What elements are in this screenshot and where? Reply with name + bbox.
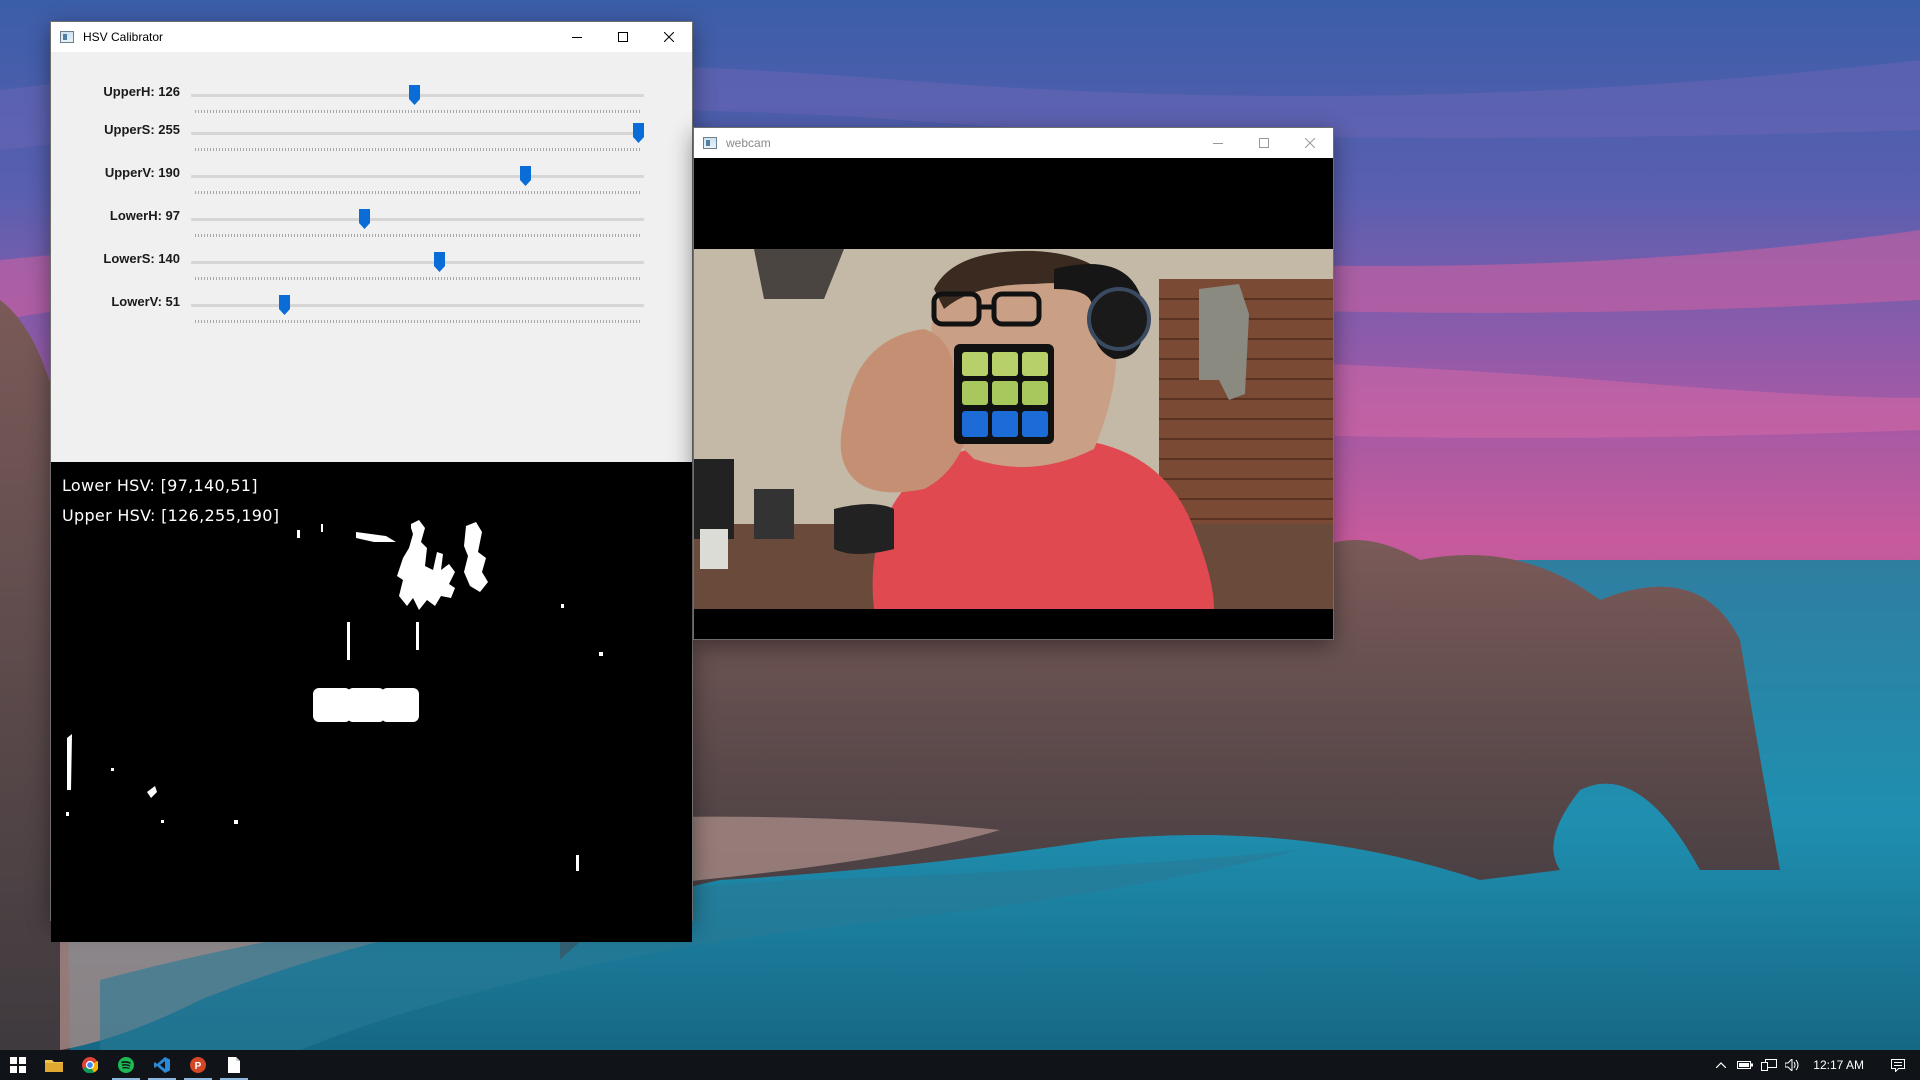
notepad-button[interactable] [216,1050,252,1080]
hsv-window-titlebar[interactable]: HSV Calibrator [51,22,692,52]
trackbar-upper-v[interactable]: UpperV: 190 [51,165,692,201]
window-app-icon [703,137,717,149]
trackbar-label: LowerS: 140 [103,251,180,266]
trackbar-ticks [195,148,641,151]
minimize-button[interactable] [554,22,600,52]
webcam-window-title: webcam [726,136,771,150]
network-icon [1761,1059,1778,1071]
trackbar-label: UpperS: 255 [104,122,180,137]
trackbar-lower-v[interactable]: LowerV: 51 [51,294,692,330]
system-tray: 12:17 AM [1709,1050,1920,1080]
trackbar-upper-h[interactable]: UpperH: 126 [51,84,692,120]
hsv-mask-image: Lower HSV: [97,140,51] Upper HSV: [126,2… [51,462,692,942]
hsv-calibrator-window[interactable]: HSV Calibrator UpperH: 126 UpperS: 255 U… [51,22,692,942]
battery-icon [1737,1061,1754,1069]
vscode-button[interactable] [144,1050,180,1080]
trackbar-label: UpperH: 126 [103,84,180,99]
powerpoint-button[interactable]: P [180,1050,216,1080]
trackbar-label: LowerH: 97 [109,208,180,223]
webcam-frame [694,249,1333,609]
chevron-up-icon [1716,1062,1727,1068]
trackbar-ticks [195,234,641,237]
chrome-button[interactable] [72,1050,108,1080]
trackbar-track[interactable] [191,132,644,135]
trackbar-thumb[interactable] [520,166,532,186]
clock[interactable]: 12:17 AM [1813,1058,1864,1072]
trackbar-track[interactable] [191,218,644,221]
powerpoint-icon: P [190,1057,206,1073]
minimize-icon [572,37,582,38]
window-app-icon [60,31,74,43]
trackbar-thumb[interactable] [409,85,421,105]
notepad-icon [228,1057,240,1073]
svg-text:P: P [195,1061,202,1072]
trackbar-panel: UpperH: 126 UpperS: 255 UpperV: 190 Lowe… [51,52,692,462]
close-button[interactable] [646,22,692,52]
chrome-icon [82,1057,98,1073]
taskbar: P 12:17 AM [0,1050,1920,1080]
volume-button[interactable] [1781,1050,1805,1080]
trackbar-ticks [195,320,641,323]
webcam-window-titlebar[interactable]: webcam [694,128,1333,158]
vscode-icon [154,1057,170,1073]
trackbar-thumb[interactable] [359,209,371,229]
trackbar-ticks [195,277,641,280]
trackbar-track[interactable] [191,175,644,178]
webcam-feed [694,158,1333,639]
maximize-icon [618,32,628,42]
trackbar-thumb[interactable] [633,123,644,143]
start-button[interactable] [0,1050,36,1080]
close-icon [1305,138,1315,148]
volume-icon [1785,1059,1799,1071]
network-button[interactable] [1757,1050,1781,1080]
trackbar-label: UpperV: 190 [104,165,180,180]
minimize-button[interactable] [1195,128,1241,158]
trackbar-label: LowerV: 51 [111,294,180,309]
trackbar-thumb[interactable] [433,252,445,272]
maximize-button[interactable] [600,22,646,52]
file-explorer-icon [45,1060,63,1072]
spotify-icon [118,1057,134,1073]
minimize-icon [1213,143,1223,144]
maximize-icon [1259,138,1269,148]
action-center-button[interactable] [1876,1050,1920,1080]
trackbar-upper-s[interactable]: UpperS: 255 [51,122,692,158]
trackbar-lower-s[interactable]: LowerS: 140 [51,251,692,287]
close-icon [664,32,674,42]
trackbar-lower-h[interactable]: LowerH: 97 [51,208,692,244]
webcam-window[interactable]: webcam [694,128,1333,639]
maximize-button[interactable] [1241,128,1287,158]
trackbar-track[interactable] [191,261,644,264]
notifications-icon [1891,1058,1905,1072]
trackbar-thumb[interactable] [279,295,291,315]
show-hidden-icons-button[interactable] [1709,1050,1733,1080]
trackbar-ticks [195,191,641,194]
battery-button[interactable] [1733,1050,1757,1080]
close-button[interactable] [1287,128,1333,158]
hsv-window-title: HSV Calibrator [83,30,164,44]
start-icon [10,1057,26,1073]
trackbar-ticks [195,110,641,113]
mask-blobs [66,520,603,871]
spotify-button[interactable] [108,1050,144,1080]
file-explorer-button[interactable] [36,1050,72,1080]
trackbar-track[interactable] [191,304,644,307]
